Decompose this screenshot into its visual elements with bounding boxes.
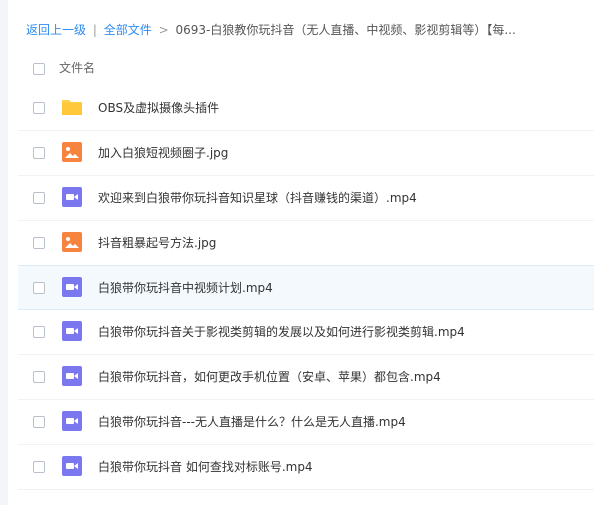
back-link[interactable]: 返回上一级 — [26, 23, 86, 37]
video-icon — [62, 321, 82, 341]
file-row[interactable]: 加入白狼短视频圈子.jpg — [18, 131, 594, 176]
breadcrumb: 返回上一级 | 全部文件 > 0693-白狼教你玩抖音（无人直播、中视频、影视剪… — [26, 20, 516, 40]
video-icon — [62, 366, 82, 386]
file-row[interactable]: 抖音粗暴起号方法.jpg — [18, 221, 594, 266]
video-icon — [62, 411, 82, 431]
video-icon — [62, 277, 82, 297]
row-checkbox[interactable] — [33, 416, 45, 428]
breadcrumb-separator: | — [92, 23, 97, 37]
select-all-checkbox[interactable] — [33, 63, 45, 75]
row-checkbox[interactable] — [33, 461, 45, 473]
video-icon — [62, 456, 82, 476]
row-checkbox[interactable] — [33, 282, 45, 294]
breadcrumb-separator: > — [158, 23, 169, 37]
file-row[interactable]: 白狼带你玩抖音 如何查找对标账号.mp4 — [18, 445, 594, 490]
row-checkbox[interactable] — [33, 192, 45, 204]
row-checkbox[interactable] — [33, 326, 45, 338]
left-panel-edge — [0, 0, 8, 505]
file-name[interactable]: 白狼带你玩抖音中视频计划.mp4 — [98, 266, 273, 311]
file-name[interactable]: 抖音粗暴起号方法.jpg — [98, 221, 216, 266]
file-name[interactable]: 欢迎来到白狼带你玩抖音知识星球（抖音赚钱的渠道）.mp4 — [98, 176, 417, 221]
file-name[interactable]: 加入白狼短视频圈子.jpg — [98, 131, 228, 176]
file-row[interactable]: 白狼带你玩抖音---无人直播是什么？什么是无人直播.mp4 — [18, 400, 594, 445]
row-checkbox[interactable] — [33, 102, 45, 114]
file-name[interactable]: 白狼带你玩抖音关于影视类剪辑的发展以及如何进行影视类剪辑.mp4 — [98, 310, 465, 355]
file-row[interactable]: 白狼带你玩抖音关于影视类剪辑的发展以及如何进行影视类剪辑.mp4 — [18, 310, 594, 355]
folder-icon — [62, 100, 82, 115]
row-checkbox[interactable] — [33, 147, 45, 159]
current-folder-label: 0693-白狼教你玩抖音（无人直播、中视频、影视剪辑等）【每... — [175, 23, 516, 37]
file-name[interactable]: OBS及虚拟摄像头插件 — [98, 86, 219, 131]
image-icon — [62, 232, 82, 252]
file-row[interactable]: OBS及虚拟摄像头插件 — [18, 86, 594, 131]
image-icon — [62, 142, 82, 162]
row-checkbox[interactable] — [33, 371, 45, 383]
all-files-link[interactable]: 全部文件 — [104, 23, 152, 37]
file-row[interactable]: 白狼带你玩抖音，如何更改手机位置（安卓、苹果）都包含.mp4 — [18, 355, 594, 400]
file-row[interactable]: 欢迎来到白狼带你玩抖音知识星球（抖音赚钱的渠道）.mp4 — [18, 176, 594, 221]
filename-column-header[interactable]: 文件名 — [59, 59, 95, 76]
file-name[interactable]: 白狼带你玩抖音---无人直播是什么？什么是无人直播.mp4 — [98, 400, 406, 445]
file-name[interactable]: 白狼带你玩抖音 如何查找对标账号.mp4 — [98, 445, 313, 490]
row-checkbox[interactable] — [33, 237, 45, 249]
video-icon — [62, 187, 82, 207]
file-name[interactable]: 白狼带你玩抖音，如何更改手机位置（安卓、苹果）都包含.mp4 — [98, 355, 441, 400]
file-row[interactable]: 白狼带你玩抖音中视频计划.mp4 — [18, 265, 594, 310]
file-list-header: 文件名 — [18, 50, 594, 88]
